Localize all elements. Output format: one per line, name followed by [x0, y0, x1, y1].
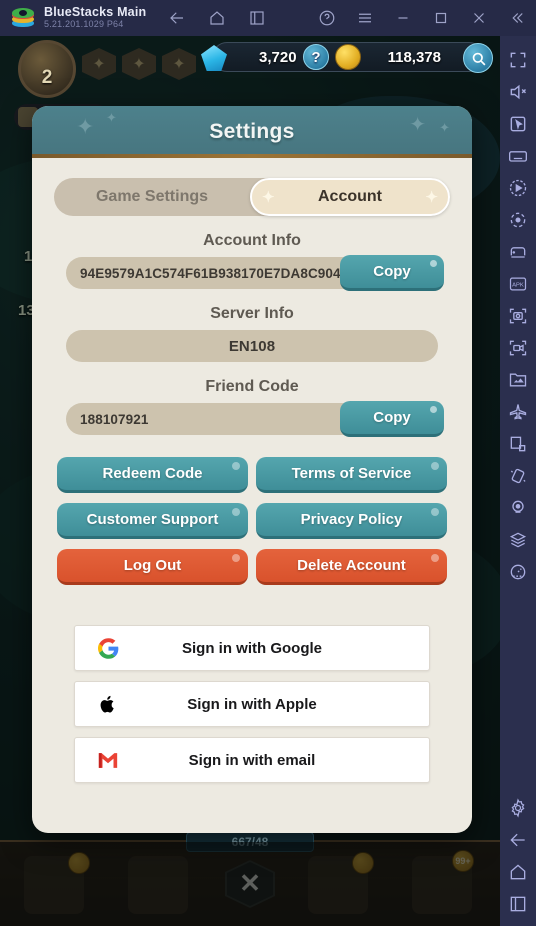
bluestacks-titlebar: BlueStacks Main 5.21.201.1029 P64: [0, 0, 536, 36]
server-info-row: EN108: [66, 330, 438, 362]
sign-in-label: Sign in with Apple: [187, 695, 317, 713]
sparkle-icon: ✦: [409, 114, 426, 136]
collapse-sidebar-icon[interactable]: [508, 9, 526, 27]
shake-icon[interactable]: [508, 466, 528, 486]
signin-provider-list: Sign in with Google Sign in with Apple S…: [74, 625, 430, 783]
sidebar-bottom-group: [508, 792, 528, 926]
gmail-icon: [97, 749, 119, 771]
cursor-icon[interactable]: [508, 114, 528, 134]
sign-in-google-button[interactable]: Sign in with Google: [74, 625, 430, 671]
install-apk-icon[interactable]: APK: [508, 274, 528, 294]
tab-label: Game Settings: [95, 188, 209, 205]
bluestacks-logo-icon: [12, 8, 34, 28]
server-info-title: Server Info: [210, 305, 294, 322]
settings-gear-icon[interactable]: [508, 798, 528, 818]
maximize-icon[interactable]: [432, 9, 450, 27]
server-value-field: EN108: [66, 330, 438, 362]
record-screen-icon[interactable]: [508, 338, 528, 358]
terms-of-service-button[interactable]: Terms of Service: [256, 457, 447, 493]
screen: BlueStacks Main 5.21.201.1029 P64 2 ✦ ✦ …: [0, 0, 536, 926]
sign-in-email-button[interactable]: Sign in with email: [74, 737, 430, 783]
dialog-body: Game Settings ✦ Account ✦ Account Info 9…: [32, 158, 472, 833]
media-manager-icon[interactable]: [508, 370, 528, 390]
sign-in-label: Sign in with Google: [182, 639, 322, 657]
currency-bar: 3,720 ? 118,378: [201, 42, 493, 73]
star-hex-row: ✦ ✦ ✦: [82, 48, 196, 80]
copy-friend-code-button[interactable]: Copy: [340, 401, 444, 437]
google-icon: [97, 637, 119, 659]
star-hex-icon: ✦: [82, 48, 116, 80]
back-icon[interactable]: [508, 830, 528, 850]
pip-icon[interactable]: [508, 434, 528, 454]
sparkle-icon: ✦: [262, 189, 275, 206]
macro-play-icon[interactable]: [508, 178, 528, 198]
search-icon[interactable]: [463, 43, 493, 73]
tab-bar: Game Settings ✦ Account ✦: [54, 178, 450, 216]
sign-in-apple-button[interactable]: Sign in with Apple: [74, 681, 430, 727]
recents-icon[interactable]: [508, 894, 528, 914]
redeem-code-button[interactable]: Redeem Code: [57, 457, 248, 493]
back-icon[interactable]: [168, 9, 186, 27]
friend-code-title: Friend Code: [205, 378, 299, 395]
account-info-row: 94E9579A1C574F61B938170E7DA8C904 Copy: [66, 255, 444, 291]
sparkle-icon: ✦: [76, 114, 95, 139]
sign-in-label: Sign in with email: [188, 751, 316, 769]
help-icon[interactable]: [318, 9, 336, 27]
layers-icon[interactable]: [508, 530, 528, 550]
apple-icon: [97, 693, 119, 715]
sparkle-icon: ✦: [425, 189, 438, 206]
performance-icon[interactable]: [508, 562, 528, 582]
svg-text:APK: APK: [512, 283, 524, 289]
location-icon[interactable]: [508, 498, 528, 518]
help-badge-icon[interactable]: ?: [303, 44, 329, 70]
fullscreen-icon[interactable]: [508, 50, 528, 70]
account-info-title: Account Info: [203, 232, 301, 249]
sparkle-icon: ✦: [439, 120, 450, 135]
action-button-grid: Redeem Code Terms of Service Customer Su…: [57, 457, 447, 585]
titlebar-nav-group: [168, 9, 266, 27]
home-icon[interactable]: [208, 9, 226, 27]
airplane-mode-icon[interactable]: [508, 402, 528, 422]
minimize-icon[interactable]: [394, 9, 412, 27]
multi-instance-icon[interactable]: [248, 9, 266, 27]
mute-icon[interactable]: [508, 82, 528, 102]
tab-game-settings[interactable]: Game Settings: [54, 178, 250, 216]
star-hex-icon: ✦: [162, 48, 196, 80]
window-title-group: BlueStacks Main 5.21.201.1029 P64: [44, 6, 146, 30]
gem-count: 3,720: [259, 48, 297, 66]
sparkle-icon: ✦: [106, 110, 117, 125]
star-hex-icon: ✦: [122, 48, 156, 80]
game-bottom-nav: 99+ 667/48 ✕: [0, 832, 500, 926]
window-controls: [318, 0, 526, 36]
coin-count: 118,378: [387, 48, 441, 66]
tab-label: Account: [318, 188, 382, 205]
coin-icon: [335, 44, 361, 70]
bluestacks-sidebar: APK: [500, 36, 536, 926]
customer-support-button[interactable]: Customer Support: [57, 503, 248, 539]
dialog-header: ✦ ✦ ✦ ✦ Settings: [32, 106, 472, 158]
rotate-icon[interactable]: [508, 210, 528, 230]
delete-account-button[interactable]: Delete Account: [256, 549, 447, 585]
level-badge[interactable]: 2: [18, 40, 76, 98]
home-icon[interactable]: [508, 862, 528, 882]
bottom-nav-scrim: [0, 842, 500, 926]
gamepad-icon[interactable]: [508, 242, 528, 262]
window-version: 5.21.201.1029 P64: [44, 19, 124, 30]
log-out-button[interactable]: Log Out: [57, 549, 248, 585]
screenshot-icon[interactable]: [508, 306, 528, 326]
settings-dialog: ✦ ✦ ✦ ✦ Settings Game Settings ✦ Account…: [32, 106, 472, 833]
friend-code-row: 188107921 Copy: [66, 401, 444, 437]
menu-icon[interactable]: [356, 9, 374, 27]
copy-account-id-button[interactable]: Copy: [340, 255, 444, 291]
keyboard-icon[interactable]: [508, 146, 528, 166]
close-icon[interactable]: [470, 9, 488, 27]
tab-account[interactable]: ✦ Account ✦: [250, 178, 450, 216]
window-title: BlueStacks Main: [44, 5, 147, 20]
privacy-policy-button[interactable]: Privacy Policy: [256, 503, 447, 539]
dialog-title: Settings: [209, 120, 295, 143]
